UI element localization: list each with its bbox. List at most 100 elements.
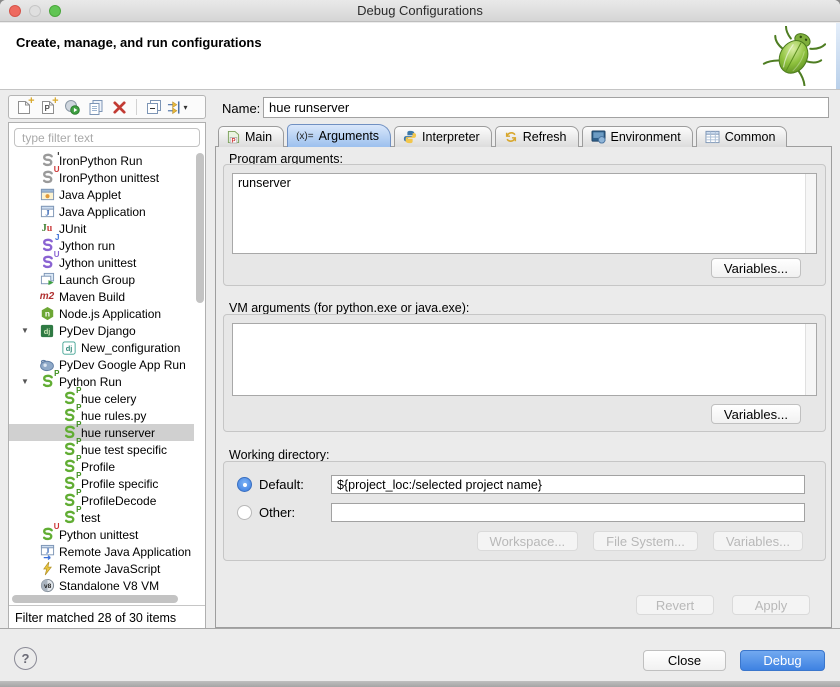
debug-configurations-dialog: Debug Configurations Create, manage, and…	[0, 0, 840, 687]
delete-launch-configuration-button[interactable]	[109, 97, 130, 117]
tab-main[interactable]: PMain	[218, 126, 284, 147]
tree-item-node-js-application[interactable]: nNode.js Application	[9, 305, 194, 322]
remote-java-icon: J	[39, 544, 55, 560]
expand-arrow-icon[interactable]: ▼	[21, 377, 29, 386]
default-directory-input[interactable]	[331, 475, 805, 494]
name-input[interactable]	[263, 97, 829, 118]
tree-item-hue-rules-py[interactable]: Phue rules.py	[9, 407, 194, 424]
tab-environment[interactable]: Environment	[582, 126, 693, 147]
duplicate-launch-configuration-button[interactable]	[85, 97, 106, 117]
tree-item-hue-celery[interactable]: Phue celery	[9, 390, 194, 407]
tree-item-profile-specific[interactable]: PProfile specific	[9, 475, 194, 492]
default-radio[interactable]	[237, 477, 252, 492]
expand-arrow-icon[interactable]: ▼	[21, 326, 29, 335]
tree-item-test[interactable]: Ptest	[9, 509, 194, 526]
scrollbar-thumb[interactable]	[12, 595, 178, 603]
workspace-button[interactable]: Workspace...	[477, 531, 579, 551]
program-arguments-textarea[interactable]: runserver	[233, 174, 805, 253]
export-launch-configurations-button[interactable]	[61, 97, 82, 117]
help-button[interactable]: ?	[14, 647, 37, 670]
tab-label: Common	[725, 130, 776, 144]
tree-item-remote-java-application[interactable]: JRemote Java Application	[9, 543, 194, 560]
tree-horizontal-scrollbar[interactable]	[12, 595, 191, 603]
window-title: Debug Configurations	[0, 0, 840, 21]
tree-item-maven-build[interactable]: m2Maven Build	[9, 288, 194, 305]
tree-item-pydev-django[interactable]: ▼djPyDev Django	[9, 322, 194, 339]
tree-item-label: Standalone V8 VM	[59, 579, 159, 593]
new-launch-prototype-button[interactable]: P+	[37, 97, 58, 117]
svg-text:n: n	[44, 309, 49, 319]
filter-input[interactable]	[14, 128, 200, 147]
tab-arguments[interactable]: (x)=Arguments	[287, 124, 391, 147]
tree-item-label: Jython run	[59, 239, 115, 253]
svg-text:dj: dj	[44, 327, 51, 336]
tree-item-label: test	[81, 511, 100, 525]
revert-button[interactable]: Revert	[636, 595, 714, 615]
dialog-banner: Create, manage, and run configurations	[0, 23, 840, 90]
tree-item-label: hue rules.py	[81, 409, 146, 423]
vm-arguments-textarea[interactable]	[233, 324, 805, 395]
tree-item-standalone-v8-vm[interactable]: v8Standalone V8 VM	[9, 577, 194, 593]
scrollbar-thumb[interactable]	[196, 153, 204, 303]
junit-icon: Ju	[39, 224, 55, 234]
tab-refresh[interactable]: Refresh	[495, 126, 579, 147]
tree-item-java-application[interactable]: JJava Application	[9, 203, 194, 220]
zoom-window-button[interactable]	[49, 5, 61, 17]
other-radio[interactable]	[237, 505, 252, 520]
minimize-window-button[interactable]	[29, 5, 41, 17]
tree-item-jython-run[interactable]: JJython run	[9, 237, 194, 254]
debug-button[interactable]: Debug	[740, 650, 825, 671]
tree-item-ironpython-unittest[interactable]: UIronPython unittest	[9, 169, 194, 186]
help-glyph: ?	[22, 651, 30, 666]
tree-item-label: Remote JavaScript	[59, 562, 160, 576]
tree-item-ironpython-run[interactable]: IIronPython Run	[9, 152, 194, 169]
new-launch-configuration-button[interactable]: +	[13, 97, 34, 117]
program-arguments-variables-button[interactable]: Variables...	[711, 258, 801, 278]
tree-vertical-scrollbar[interactable]	[195, 153, 204, 591]
tree-item-python-unittest[interactable]: UPython unittest	[9, 526, 194, 543]
collapse-all-button[interactable]	[143, 97, 164, 117]
apply-button[interactable]: Apply	[732, 595, 810, 615]
tree-item-launch-group[interactable]: Launch Group	[9, 271, 194, 288]
tree-item-label: Java Applet	[59, 188, 121, 202]
tab-label: Interpreter	[422, 130, 480, 144]
textarea-scrollbar[interactable]	[805, 324, 816, 395]
working-directory-buttons: Workspace... File System... Variables...	[477, 531, 803, 551]
tree-item-new-configuration[interactable]: djNew_configuration	[9, 339, 194, 356]
filter-launch-configurations-button[interactable]: ▾	[167, 97, 188, 117]
tree-item-java-applet[interactable]: Java Applet	[9, 186, 194, 203]
file-system-button[interactable]: File System...	[593, 531, 698, 551]
tree-item-label: hue test specific	[81, 443, 167, 457]
tree-item-label: IronPython Run	[59, 154, 142, 168]
python-logo-icon	[403, 130, 417, 144]
close-window-button[interactable]	[9, 5, 21, 17]
tree-item-label: Profile	[81, 460, 115, 474]
dialog-button-bar: ? Close Debug	[0, 628, 840, 687]
working-directory-variables-button[interactable]: Variables...	[713, 531, 803, 551]
tab-common[interactable]: Common	[696, 126, 788, 147]
tree-item-profile[interactable]: PProfile	[9, 458, 194, 475]
tree-item-label: Java Application	[59, 205, 146, 219]
tree-item-python-run[interactable]: ▼PPython Run	[9, 373, 194, 390]
pydev-django-config-icon: dj	[61, 341, 77, 355]
banner-title: Create, manage, and run configurations	[16, 35, 262, 50]
tree-item-label: Python Run	[59, 375, 122, 389]
vm-arguments-variables-button[interactable]: Variables...	[711, 404, 801, 424]
tree-item-label: Maven Build	[59, 290, 125, 304]
tree-item-profiledecode[interactable]: PProfileDecode	[9, 492, 194, 509]
close-button[interactable]: Close	[643, 650, 726, 671]
working-directory-label: Working directory:	[229, 448, 330, 462]
textarea-scrollbar[interactable]	[805, 174, 816, 253]
tree-item-jython-unittest[interactable]: UJython unittest	[9, 254, 194, 271]
revert-apply-row: Revert Apply	[636, 595, 810, 615]
tab-interpreter[interactable]: Interpreter	[394, 126, 492, 147]
tree-item-label: ProfileDecode	[81, 494, 156, 508]
tree-item-label: hue celery	[81, 392, 136, 406]
tree-item-hue-runserver[interactable]: Phue runserver	[9, 424, 194, 441]
tree-item-pydev-google-app-run[interactable]: PyDev Google App Run	[9, 356, 194, 373]
other-directory-input[interactable]	[331, 503, 805, 522]
tree-item-remote-javascript[interactable]: Remote JavaScript	[9, 560, 194, 577]
tree-item-junit[interactable]: Ju JUnit	[9, 220, 194, 237]
tree-item-label: JUnit	[59, 222, 86, 236]
tree-item-hue-test-specific[interactable]: Phue test specific	[9, 441, 194, 458]
